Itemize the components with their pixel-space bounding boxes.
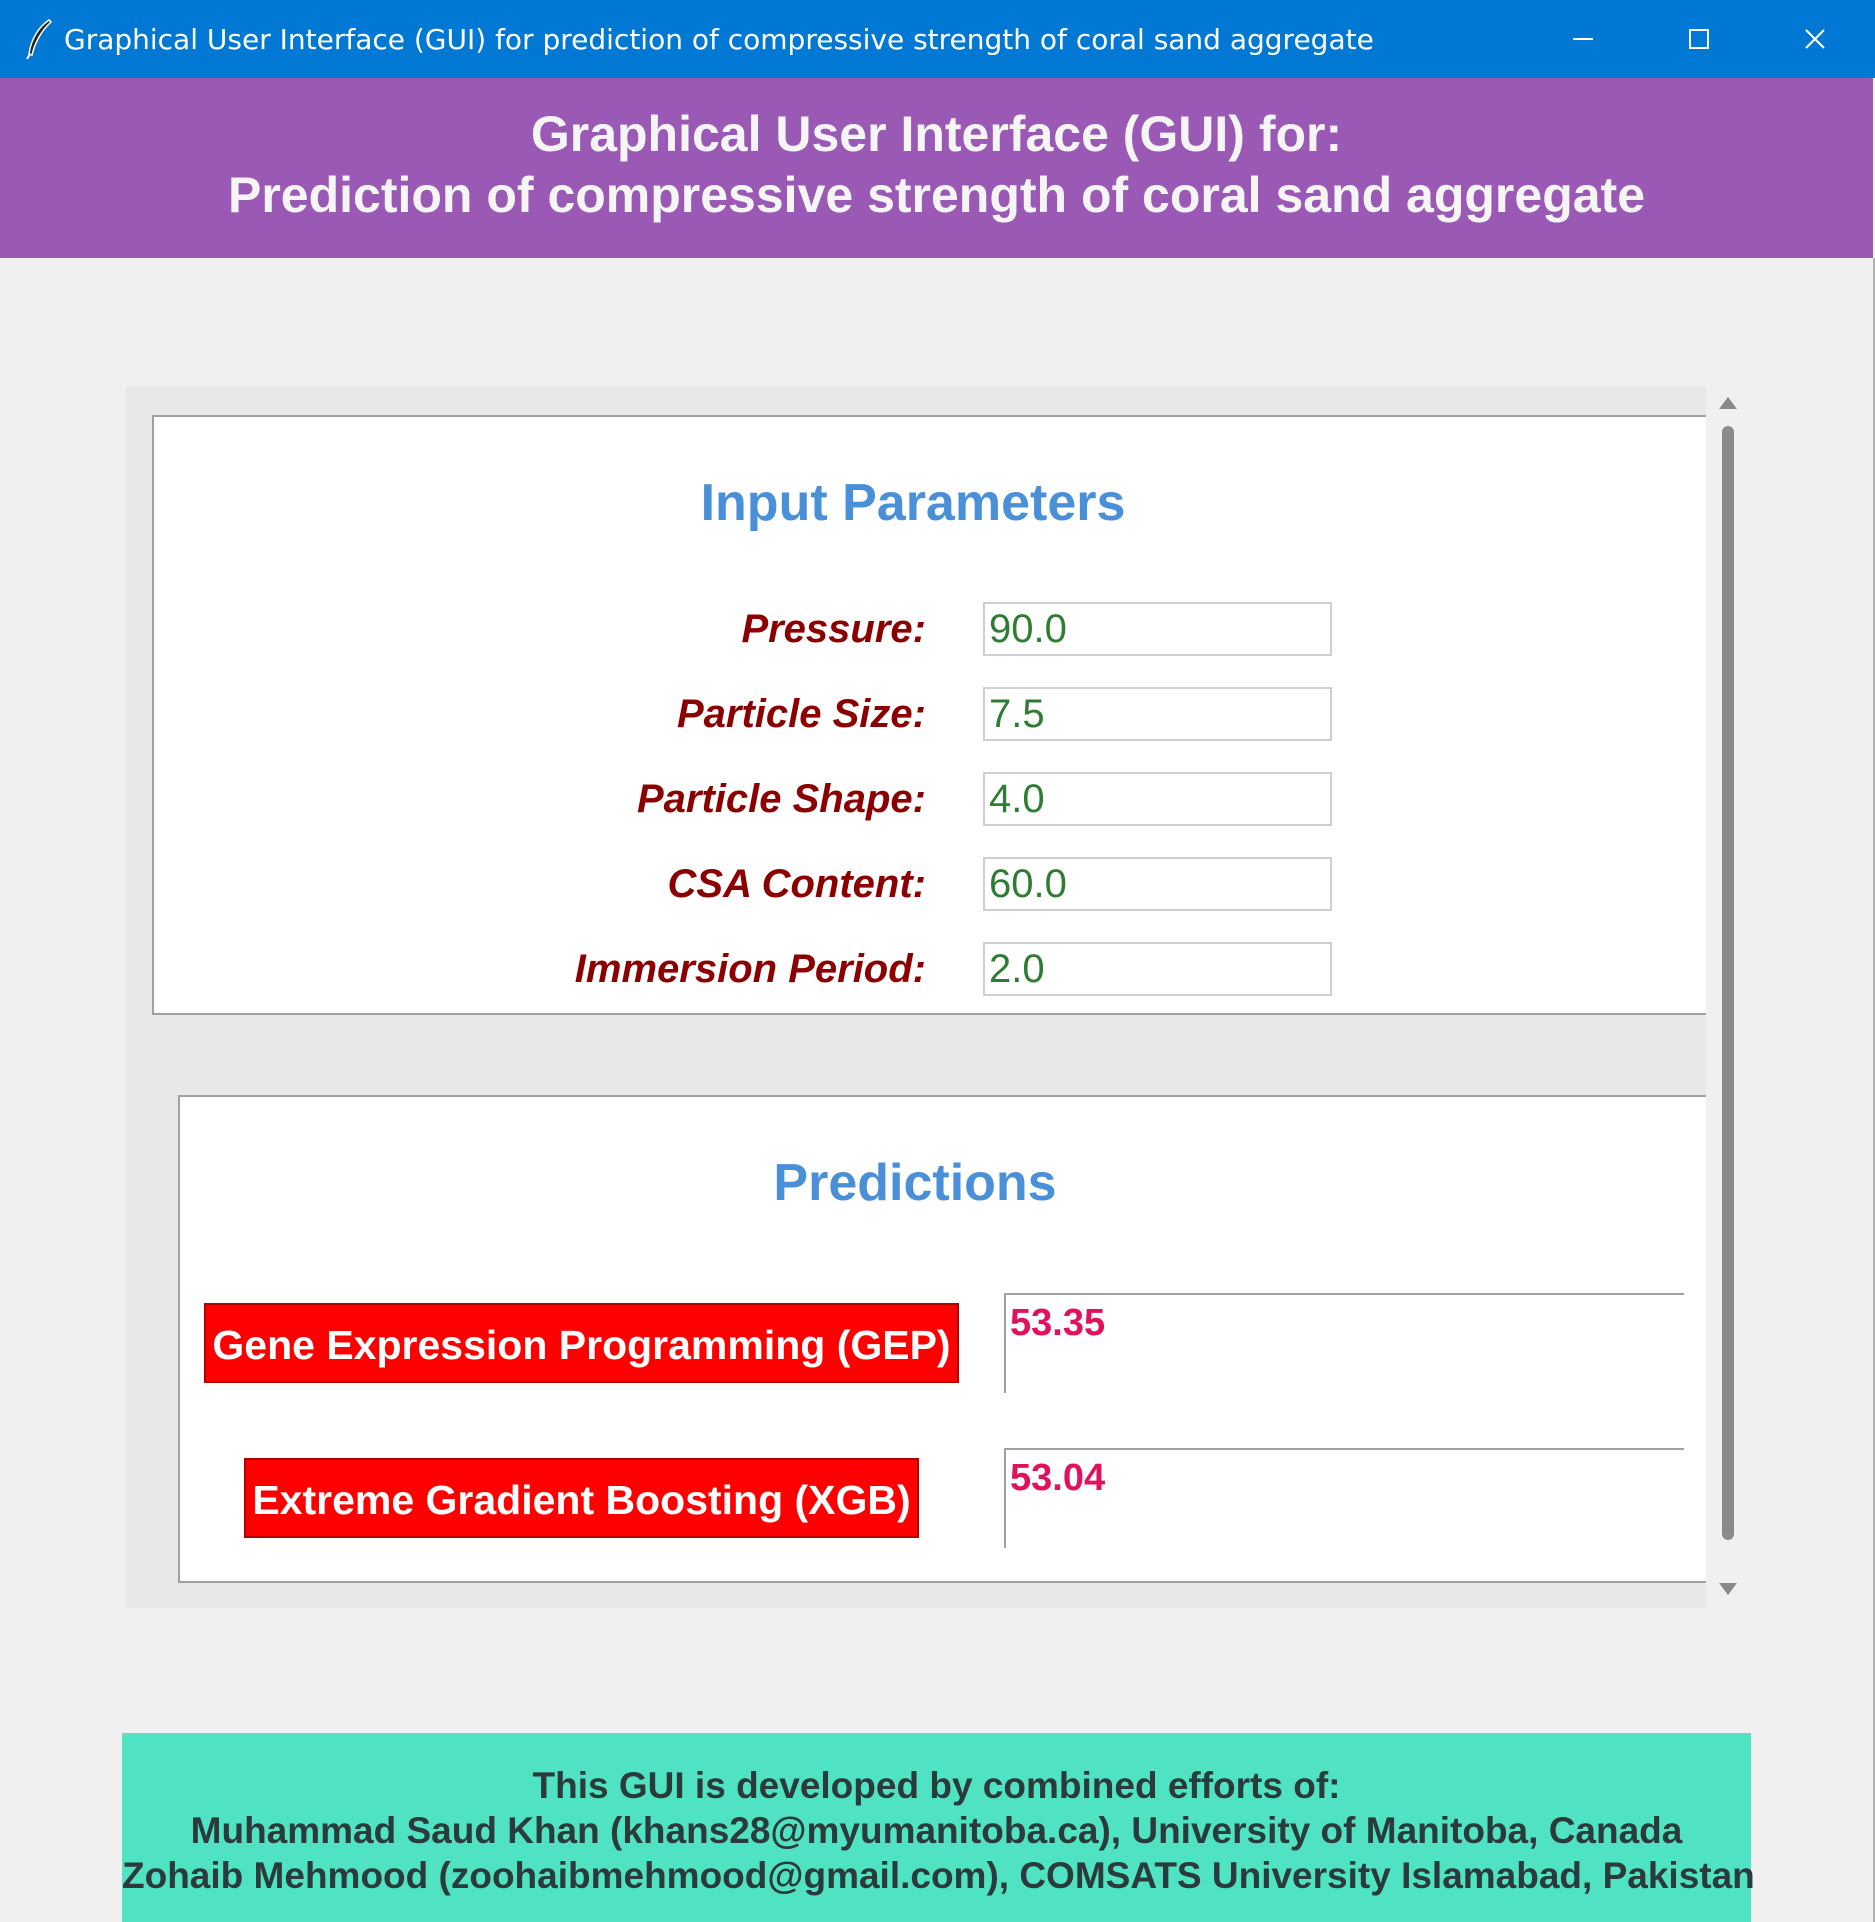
pressure-input[interactable]: [983, 602, 1332, 656]
xgb-output: 53.04: [1004, 1448, 1684, 1548]
window-title: Graphical User Interface (GUI) for predi…: [64, 23, 1374, 56]
header-title-line1: Graphical User Interface (GUI) for:: [530, 106, 1343, 162]
input-parameters-panel: Input Parameters Pressure: Particle Size…: [152, 415, 1706, 1015]
predictions-panel: Predictions Gene Expression Programming …: [178, 1095, 1706, 1583]
csa-content-input[interactable]: [983, 857, 1332, 911]
xgb-button[interactable]: Extreme Gradient Boosting (XGB): [244, 1458, 919, 1538]
window-title-bar[interactable]: Graphical User Interface (GUI) for predi…: [0, 0, 1875, 78]
gep-output: 53.35: [1004, 1293, 1684, 1393]
maximize-button[interactable]: [1644, 0, 1754, 78]
csa-content-label: CSA Content:: [667, 862, 926, 906]
close-icon: [1805, 29, 1825, 49]
app-header: Graphical User Interface (GUI) for: Pred…: [0, 78, 1873, 258]
maximize-icon: [1689, 29, 1709, 49]
close-button[interactable]: [1760, 0, 1870, 78]
particle-shape-label: Particle Shape:: [636, 777, 926, 821]
particle-size-label: Particle Size:: [676, 692, 926, 736]
scrollbar-thumb[interactable]: [1722, 426, 1734, 1540]
footer-line1: This GUI is developed by combined effort…: [532, 1765, 1341, 1806]
minimize-button[interactable]: [1528, 0, 1638, 78]
footer-line3: Zohaib Mehmood (zoohaibmehmood@gmail.com…: [122, 1855, 1755, 1896]
predictions-title: Predictions: [773, 1154, 1057, 1212]
minimize-icon: [1573, 38, 1593, 40]
input-parameters-title: Input Parameters: [700, 474, 1126, 532]
particle-shape-input[interactable]: [983, 772, 1332, 826]
vertical-scrollbar[interactable]: [1706, 386, 1750, 1608]
scroll-down-icon[interactable]: [1718, 1582, 1738, 1596]
feather-icon: [22, 18, 56, 60]
footer-line2: Muhammad Saud Khan (khans28@myumanitoba.…: [190, 1810, 1683, 1851]
pressure-label: Pressure:: [741, 607, 926, 651]
immersion-period-label: Immersion Period:: [574, 947, 926, 991]
credits-footer: This GUI is developed by combined effort…: [122, 1733, 1755, 1922]
scrollable-canvas[interactable]: Input Parameters Pressure: Particle Size…: [126, 386, 1706, 1608]
immersion-period-input[interactable]: [983, 942, 1332, 996]
header-title-line2: Prediction of compressive strength of co…: [227, 167, 1646, 223]
gep-button[interactable]: Gene Expression Programming (GEP): [204, 1303, 959, 1383]
scroll-up-icon[interactable]: [1718, 396, 1738, 410]
particle-size-input[interactable]: [983, 687, 1332, 741]
